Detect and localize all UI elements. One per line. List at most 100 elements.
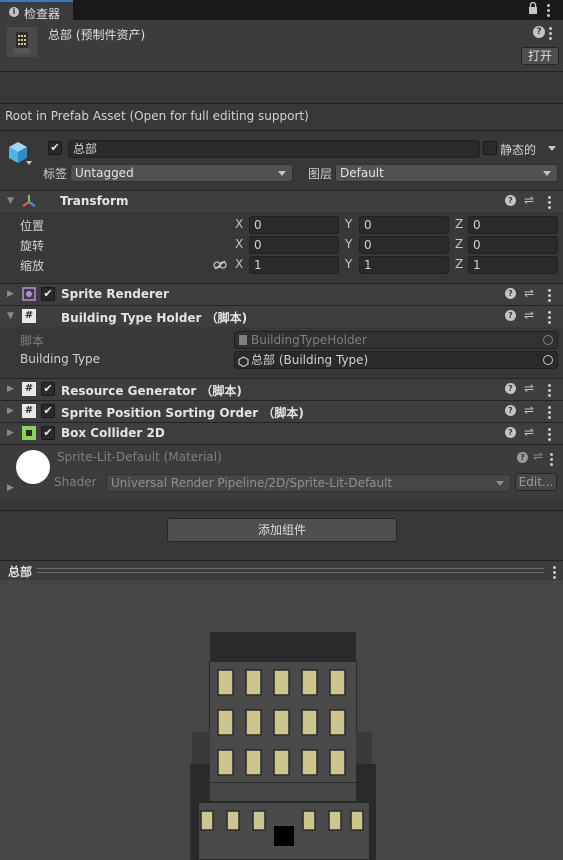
drag-handle[interactable] xyxy=(37,568,544,569)
z-axis-label[interactable]: Z xyxy=(455,237,463,251)
preset-sliders-icon[interactable]: ⇌ xyxy=(533,449,543,463)
unlink-icon[interactable] xyxy=(213,259,227,273)
drag-handle[interactable] xyxy=(37,572,544,573)
object-picker-icon[interactable] xyxy=(543,355,553,365)
sprite-position-sorting-title: Sprite Position Sorting Order （脚本) xyxy=(61,406,304,420)
scale-z-input[interactable]: 1 xyxy=(468,256,558,274)
building-type-holder-header[interactable]: ▼ # Building Type Holder （脚本) ? ⇌ xyxy=(0,305,563,327)
scale-y-input[interactable]: 1 xyxy=(359,256,449,274)
x-axis-label[interactable]: X xyxy=(235,217,243,231)
layer-value: Default xyxy=(340,166,384,180)
y-axis-label[interactable]: Y xyxy=(345,237,352,251)
box-collider-header[interactable]: ▶ ✔ Box Collider 2D ? ⇌ xyxy=(0,422,563,444)
gameobject-name-input[interactable]: 总部 xyxy=(68,140,480,158)
box-collider-icon xyxy=(22,426,36,440)
lock-icon[interactable] xyxy=(528,1,538,17)
preview-kebab-icon[interactable] xyxy=(553,566,556,581)
component-kebab-icon[interactable] xyxy=(548,406,551,421)
static-dropdown-icon[interactable] xyxy=(548,146,556,151)
asset-kebab-icon[interactable] xyxy=(549,27,552,42)
prefab-preview xyxy=(0,580,563,860)
prefab-notice: Root in Prefab Asset (Open for full edit… xyxy=(5,109,309,123)
resource-generator-header[interactable]: ▶ # ✔ Resource Generator （脚本) ? ⇌ xyxy=(0,378,563,400)
rotation-label: 旋转 xyxy=(20,239,45,253)
preset-sliders-icon[interactable]: ⇌ xyxy=(524,425,534,439)
chevron-down-icon xyxy=(543,171,551,176)
script-label: 脚本 xyxy=(20,334,45,348)
component-kebab-icon[interactable] xyxy=(548,289,551,304)
transform-title: Transform xyxy=(60,194,129,208)
component-kebab-icon[interactable] xyxy=(548,384,551,399)
script-hash-icon: # xyxy=(22,309,36,323)
foldout-collapsed-icon[interactable]: ▶ xyxy=(7,289,14,299)
help-icon[interactable]: ? xyxy=(517,452,528,463)
z-axis-label[interactable]: Z xyxy=(455,217,463,231)
help-icon[interactable]: ? xyxy=(505,383,516,394)
rotation-y-input[interactable]: 0 xyxy=(359,236,449,254)
sprite-position-sorting-header[interactable]: ▶ # ✔ Sprite Position Sorting Order （脚本)… xyxy=(0,400,563,422)
material-section: ▶ Sprite-Lit-Default (Material) ? ⇌ Shad… xyxy=(0,444,563,500)
preview-title: 总部 xyxy=(8,565,33,579)
x-axis-label[interactable]: X xyxy=(235,237,243,251)
help-icon[interactable]: ? xyxy=(505,405,516,416)
kebab-menu-icon[interactable] xyxy=(547,4,550,19)
material-kebab-icon[interactable] xyxy=(550,453,553,468)
active-checkbox[interactable]: ✔ xyxy=(48,141,62,155)
help-icon[interactable]: ? xyxy=(533,26,545,38)
script-hash-icon: # xyxy=(22,404,36,418)
foldout-expanded-icon[interactable]: ▼ xyxy=(7,311,14,321)
foldout-collapsed-icon[interactable]: ▶ xyxy=(7,406,14,416)
tag-value: Untagged xyxy=(75,166,134,180)
asset-header: 总部 (预制件资产) ? 打开 xyxy=(0,20,563,72)
z-axis-label[interactable]: Z xyxy=(455,257,463,271)
script-hash-icon: # xyxy=(22,382,36,396)
position-y-input[interactable]: 0 xyxy=(359,216,449,234)
layer-dropdown[interactable]: Default xyxy=(335,164,558,182)
building-type-field[interactable]: 总部 (Building Type) xyxy=(234,351,558,369)
gameobject-cube-icon[interactable] xyxy=(6,140,32,171)
script-reference-field: BuildingTypeHolder xyxy=(234,331,558,349)
help-icon[interactable]: ? xyxy=(505,288,516,299)
add-component-button[interactable]: 添加组件 xyxy=(167,518,397,542)
shader-dropdown[interactable]: Universal Render Pipeline/2D/Sprite-Lit-… xyxy=(106,474,511,492)
help-icon[interactable]: ? xyxy=(505,310,516,321)
tag-dropdown[interactable]: Untagged xyxy=(70,164,293,182)
asset-name: 总部 (预制件资产) xyxy=(48,28,146,42)
position-z-input[interactable]: 0 xyxy=(468,216,558,234)
scale-x-input[interactable]: 1 xyxy=(249,256,339,274)
foldout-expanded-icon[interactable]: ▼ xyxy=(7,196,14,206)
x-axis-label[interactable]: X xyxy=(235,257,243,271)
component-kebab-icon[interactable] xyxy=(548,196,551,211)
static-checkbox[interactable] xyxy=(483,141,497,155)
shader-edit-button[interactable]: Edit... xyxy=(515,473,557,491)
sprite-renderer-header[interactable]: ▶ ✔ Sprite Renderer ? ⇌ xyxy=(0,283,563,305)
help-icon[interactable]: ? xyxy=(505,427,516,438)
preset-sliders-icon[interactable]: ⇌ xyxy=(524,286,534,300)
sprite-position-sorting-enabled-checkbox[interactable]: ✔ xyxy=(41,404,55,418)
y-axis-label[interactable]: Y xyxy=(345,217,352,231)
tab-inspector[interactable]: i 检查器 xyxy=(0,0,73,21)
rotation-x-input[interactable]: 0 xyxy=(249,236,339,254)
component-kebab-icon[interactable] xyxy=(548,311,551,326)
position-x-input[interactable]: 0 xyxy=(249,216,339,234)
resource-generator-enabled-checkbox[interactable]: ✔ xyxy=(41,382,55,396)
preset-sliders-icon[interactable]: ⇌ xyxy=(524,193,534,207)
open-prefab-button[interactable]: 打开 xyxy=(521,47,559,65)
preset-sliders-icon[interactable]: ⇌ xyxy=(524,403,534,417)
scriptable-object-icon xyxy=(238,355,249,371)
script-value: BuildingTypeHolder xyxy=(251,333,367,347)
preset-sliders-icon[interactable]: ⇌ xyxy=(524,381,534,395)
foldout-collapsed-icon[interactable]: ▶ xyxy=(7,384,14,394)
component-kebab-icon[interactable] xyxy=(548,428,551,443)
sprite-renderer-enabled-checkbox[interactable]: ✔ xyxy=(41,287,55,301)
box-collider-enabled-checkbox[interactable]: ✔ xyxy=(41,426,55,440)
help-icon[interactable]: ? xyxy=(505,195,516,206)
transform-header[interactable]: ▼ Transform ? ⇌ xyxy=(0,190,563,212)
rotation-z-input[interactable]: 0 xyxy=(468,236,558,254)
y-axis-label[interactable]: Y xyxy=(345,257,352,271)
material-name: Sprite-Lit-Default (Material) xyxy=(57,450,222,464)
script-file-icon xyxy=(239,335,247,345)
preset-sliders-icon[interactable]: ⇌ xyxy=(524,308,534,322)
foldout-collapsed-icon[interactable]: ▶ xyxy=(7,483,14,493)
foldout-collapsed-icon[interactable]: ▶ xyxy=(7,428,14,438)
